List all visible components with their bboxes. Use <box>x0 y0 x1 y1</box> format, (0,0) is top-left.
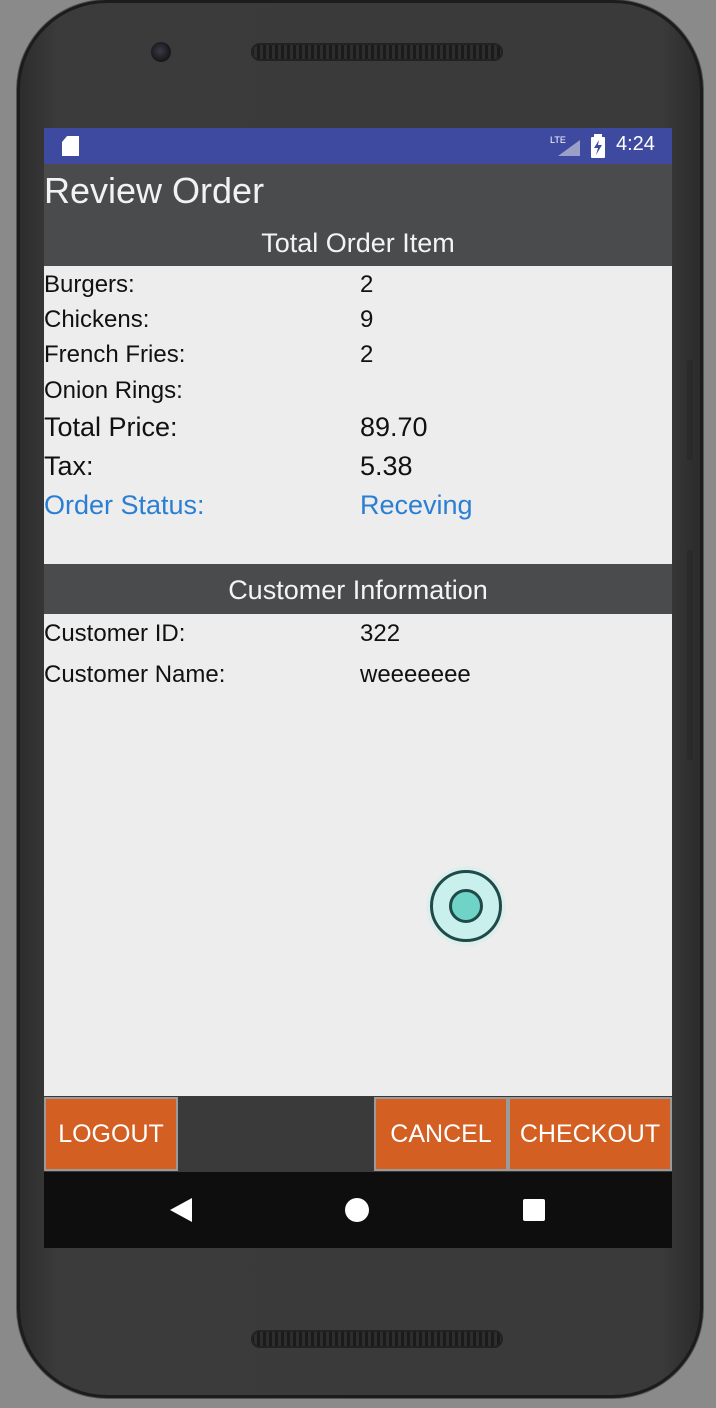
burgers-label: Burgers: <box>44 271 135 298</box>
lte-label: LTE <box>550 135 566 145</box>
total-price-value: 89.70 <box>360 412 428 442</box>
battery-charging-icon <box>591 134 605 158</box>
front-camera <box>151 42 171 62</box>
screen: LTE 4:24 Review Order Total Order Item B… <box>44 128 672 1248</box>
customer-name-label: Customer Name: <box>44 661 226 688</box>
touch-core <box>449 889 483 923</box>
onion-rings-label: Onion Rings: <box>44 377 183 404</box>
customer-section-header: Customer Information <box>44 564 672 614</box>
touch-indicator <box>426 866 506 946</box>
logout-button[interactable]: LOGOUT <box>44 1097 178 1171</box>
page-title: Review Order <box>44 170 265 211</box>
status-bar: LTE 4:24 <box>44 128 672 164</box>
order-status-value: Receving <box>360 490 473 520</box>
recents-icon[interactable] <box>523 1199 545 1221</box>
tax-label: Tax: <box>44 451 94 481</box>
order-section-header: Total Order Item <box>44 220 672 266</box>
chickens-value: 9 <box>360 306 374 333</box>
bottom-speaker <box>251 1330 503 1348</box>
lte-signal-icon: LTE <box>550 135 580 156</box>
order-status-label: Order Status: <box>44 490 205 520</box>
cancel-button[interactable]: CANCEL <box>374 1097 508 1171</box>
top-speaker <box>251 43 503 61</box>
french-fries-label: French Fries: <box>44 341 186 368</box>
button-bar: LOGOUT CANCEL CHECKOUT <box>44 1096 672 1172</box>
burgers-value: 2 <box>360 271 374 298</box>
status-time: 4:24 <box>616 133 655 155</box>
customer-id-value: 322 <box>360 620 401 647</box>
sd-card-icon <box>62 136 79 156</box>
tax-value: 5.38 <box>360 451 413 481</box>
home-icon[interactable] <box>345 1198 369 1222</box>
system-nav-bar <box>44 1172 672 1248</box>
customer-id-label: Customer ID: <box>44 620 186 647</box>
power-button <box>687 360 693 460</box>
volume-button <box>687 550 693 760</box>
customer-name-value: weeeeeee <box>360 661 471 688</box>
checkout-button[interactable]: CHECKOUT <box>508 1097 672 1171</box>
chickens-label: Chickens: <box>44 306 150 333</box>
total-price-label: Total Price: <box>44 412 178 442</box>
back-icon[interactable] <box>170 1198 192 1222</box>
app-bar: Review Order <box>44 164 672 220</box>
french-fries-value: 2 <box>360 341 374 368</box>
